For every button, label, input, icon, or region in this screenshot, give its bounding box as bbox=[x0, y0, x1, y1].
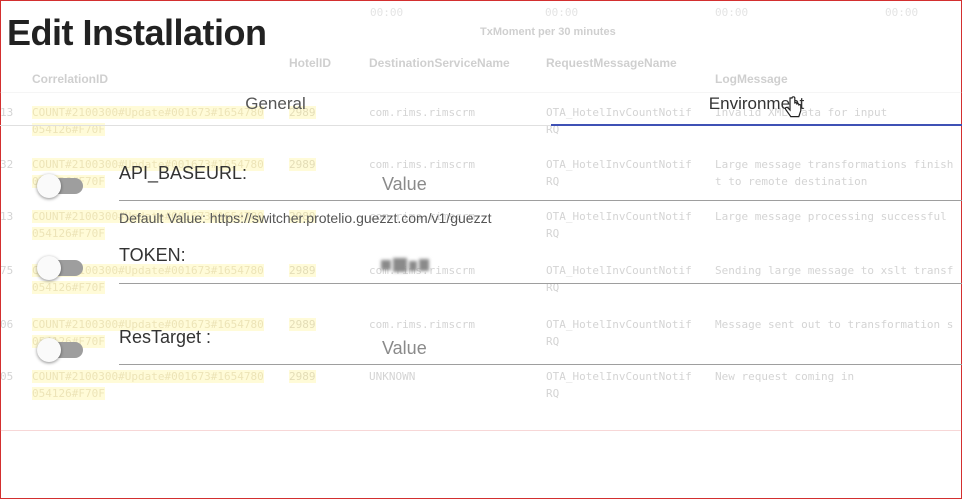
row-index: 75 bbox=[0, 264, 14, 277]
row-index: 06 bbox=[0, 318, 14, 331]
axis-tick: 00:00 bbox=[370, 6, 404, 19]
column-header: LogMessage bbox=[715, 72, 788, 86]
log-message: Message sent out to transformation s bbox=[715, 318, 954, 331]
token-input[interactable] bbox=[380, 251, 944, 283]
token-value-obscured bbox=[381, 258, 429, 274]
column-header: CorrelationID bbox=[32, 72, 109, 86]
token-field bbox=[119, 251, 962, 284]
chart-title: TxMoment per 30 minutes bbox=[480, 26, 616, 38]
token-toggle[interactable] bbox=[37, 256, 83, 280]
destination-service: UNKNOWN bbox=[369, 370, 416, 383]
hand-cursor-icon bbox=[784, 96, 802, 118]
row-index: 13 bbox=[0, 210, 14, 223]
axis-tick: 00:00 bbox=[545, 6, 579, 19]
tab-general[interactable]: General bbox=[0, 86, 551, 126]
tab-general-label: General bbox=[245, 94, 306, 113]
request-message: OTA_HotelInvCountNotif bbox=[546, 318, 692, 331]
correlation-id-cont: 054126#F70F bbox=[32, 387, 105, 400]
dialog-title: Edit Installation bbox=[7, 12, 267, 53]
api-baseurl-field bbox=[119, 168, 962, 201]
active-tab-indicator bbox=[551, 124, 962, 126]
api-baseurl-default-hint: Default Value: https://switcher.protelio… bbox=[119, 210, 492, 226]
column-header: RequestMessageName bbox=[546, 56, 677, 70]
row-index: 05 bbox=[0, 370, 14, 383]
request-message-cont: RQ bbox=[546, 387, 560, 400]
api-baseurl-toggle[interactable] bbox=[37, 174, 83, 198]
hotel-id: 2989 bbox=[289, 318, 316, 331]
correlation-id-cont: 054126#F70F bbox=[32, 281, 105, 294]
request-message-cont: RQ bbox=[546, 227, 560, 240]
api-baseurl-input[interactable] bbox=[380, 168, 944, 200]
restarget-field bbox=[119, 332, 962, 365]
axis-tick: 00:00 bbox=[885, 6, 919, 19]
request-message: OTA_HotelInvCountNotif bbox=[546, 210, 692, 223]
correlation-id: COUNT#2100300#Update#001673#1654780 bbox=[32, 370, 264, 383]
log-message: Large message processing successful bbox=[715, 210, 947, 223]
axis-tick: 00:00 bbox=[715, 6, 749, 19]
restarget-input[interactable] bbox=[380, 332, 944, 364]
correlation-id-cont: 054126#F70F bbox=[32, 227, 105, 240]
tab-bar: General Environment bbox=[0, 86, 962, 126]
log-message: New request coming in bbox=[715, 370, 855, 383]
request-message: OTA_HotelInvCountNotif bbox=[546, 370, 692, 383]
column-header: DestinationServiceName bbox=[369, 56, 510, 70]
restarget-toggle[interactable] bbox=[37, 338, 83, 362]
column-header: HotelID bbox=[289, 56, 331, 70]
hotel-id: 2989 bbox=[289, 370, 316, 383]
row-index: 32 bbox=[0, 158, 14, 171]
destination-service: com.rims.rimscrm bbox=[369, 318, 475, 331]
tab-environment[interactable]: Environment bbox=[551, 86, 962, 126]
